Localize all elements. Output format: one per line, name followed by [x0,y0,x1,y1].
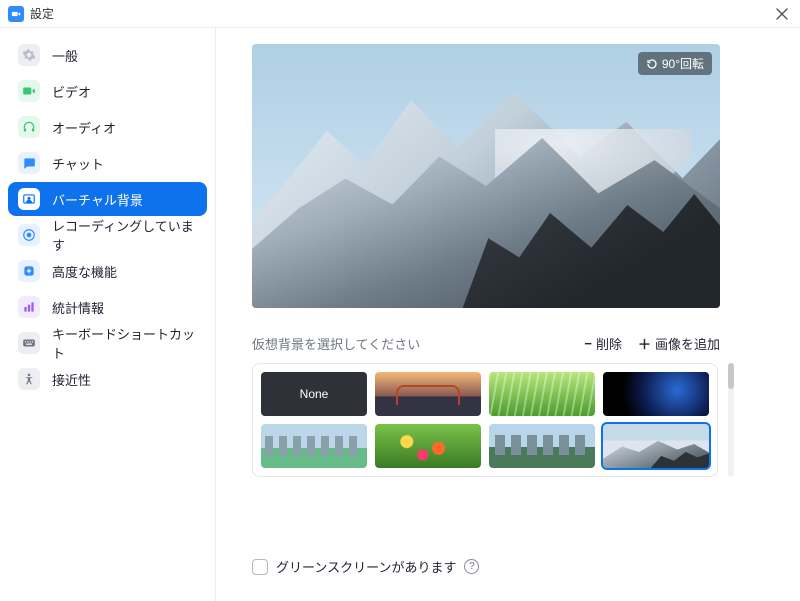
background-thumb[interactable] [375,424,481,468]
close-button[interactable] [772,4,792,24]
chat-icon [18,152,40,174]
zoom-app-icon [8,6,24,22]
video-icon [18,80,40,102]
virtual-background-icon [18,188,40,210]
delete-background-button[interactable]: − 削除 [584,334,622,353]
sidebar-item-accessibility[interactable]: 接近性 [8,362,207,396]
add-image-button[interactable]: ＋ 画像を追加 [638,334,720,353]
window-title: 設定 [30,5,54,22]
sidebar-item-label: レコーディングしています [52,216,197,254]
sidebar-item-label: 一般 [52,46,78,65]
statistics-icon [18,296,40,318]
settings-sidebar: 一般 ビデオ オーディオ チャット バーチャル背景 [0,28,216,601]
background-thumb[interactable] [603,372,709,416]
choose-background-label: 仮想背景を選択してください [252,334,568,353]
sidebar-item-chat[interactable]: チャット [8,146,207,180]
headphones-icon [18,116,40,138]
virtual-background-panel: 90°回転 仮想背景を選択してください − 削除 ＋ 画像を追加 None [216,28,800,601]
rotate-button[interactable]: 90°回転 [638,52,712,75]
sidebar-item-advanced[interactable]: 高度な機能 [8,254,207,288]
rotate-icon [646,58,658,70]
background-thumb[interactable] [261,424,367,468]
sidebar-item-audio[interactable]: オーディオ [8,110,207,144]
sidebar-item-label: 統計情報 [52,298,104,317]
titlebar: 設定 [0,0,800,28]
background-thumb[interactable] [375,372,481,416]
background-thumbnails: None [252,363,718,477]
greenscreen-checkbox[interactable] [252,559,268,575]
sidebar-item-label: ビデオ [52,82,91,101]
rotate-label: 90°回転 [662,55,704,72]
sidebar-item-label: キーボードショートカット [52,324,197,362]
help-icon[interactable]: ? [464,559,479,574]
sidebar-item-label: 接近性 [52,370,91,389]
sidebar-item-virtual-background[interactable]: バーチャル背景 [8,182,207,216]
sidebar-item-label: チャット [52,154,104,173]
sidebar-item-label: バーチャル背景 [52,190,143,209]
sidebar-item-general[interactable]: 一般 [8,38,207,72]
background-preview: 90°回転 [252,44,720,308]
sidebar-item-label: 高度な機能 [52,262,117,281]
sidebar-item-recording[interactable]: レコーディングしています [8,218,207,252]
accessibility-icon [18,368,40,390]
background-thumb-selected[interactable] [603,424,709,468]
plus-icon: ＋ [638,334,651,353]
sidebar-item-statistics[interactable]: 統計情報 [8,290,207,324]
minus-icon: − [584,336,592,351]
advanced-icon [18,260,40,282]
scrollbar-thumb[interactable] [728,363,734,389]
sidebar-item-video[interactable]: ビデオ [8,74,207,108]
recording-icon [18,224,40,246]
sidebar-item-keyboard[interactable]: キーボードショートカット [8,326,207,360]
background-thumb[interactable] [489,372,595,416]
background-thumb-none[interactable]: None [261,372,367,416]
sidebar-item-label: オーディオ [52,118,116,137]
greenscreen-label: グリーンスクリーンがあります [276,557,456,576]
thumbnails-scrollbar[interactable] [728,363,734,477]
keyboard-icon [18,332,40,354]
background-thumb[interactable] [489,424,595,468]
gear-icon [18,44,40,66]
